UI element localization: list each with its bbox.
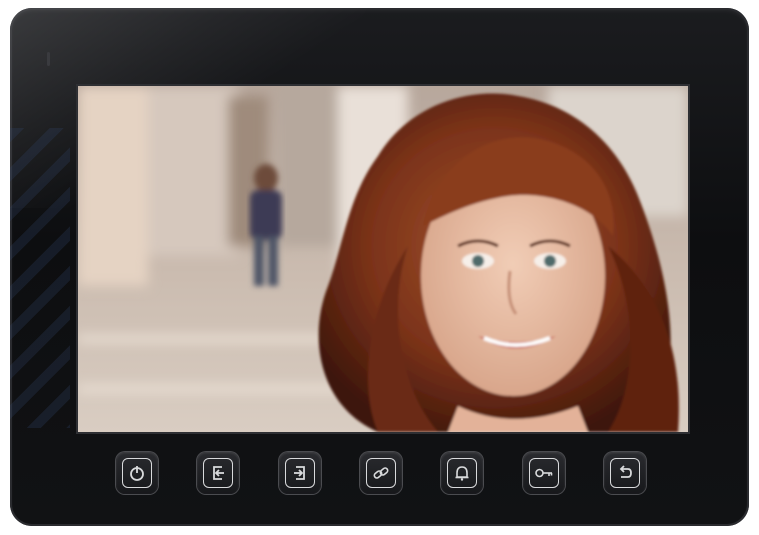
enter-button[interactable] (197, 452, 240, 494)
intercom-monitor (10, 8, 749, 526)
bell-icon (455, 466, 469, 481)
indicator-led (47, 52, 50, 66)
button-frame (284, 458, 315, 488)
button-frame (528, 458, 559, 488)
stage (0, 0, 759, 535)
back-icon (619, 465, 632, 478)
exit-icon (293, 466, 305, 480)
video-screen (76, 84, 690, 434)
key-icon (534, 468, 552, 478)
button-frame (122, 458, 152, 488)
button-frame (203, 458, 234, 488)
key-button[interactable] (522, 452, 565, 494)
power-button[interactable] (116, 452, 158, 494)
button-frame (447, 458, 478, 488)
power-icon (130, 466, 144, 481)
link-icon (373, 467, 389, 479)
button-frame (609, 458, 640, 488)
control-button-row (116, 450, 646, 496)
background-pattern (10, 128, 70, 428)
link-button[interactable] (359, 452, 402, 494)
video-feed-image (78, 86, 688, 432)
enter-icon (213, 466, 225, 480)
button-frame (365, 458, 396, 488)
bell-button[interactable] (441, 452, 484, 494)
back-button[interactable] (603, 452, 646, 494)
exit-button[interactable] (278, 452, 321, 494)
